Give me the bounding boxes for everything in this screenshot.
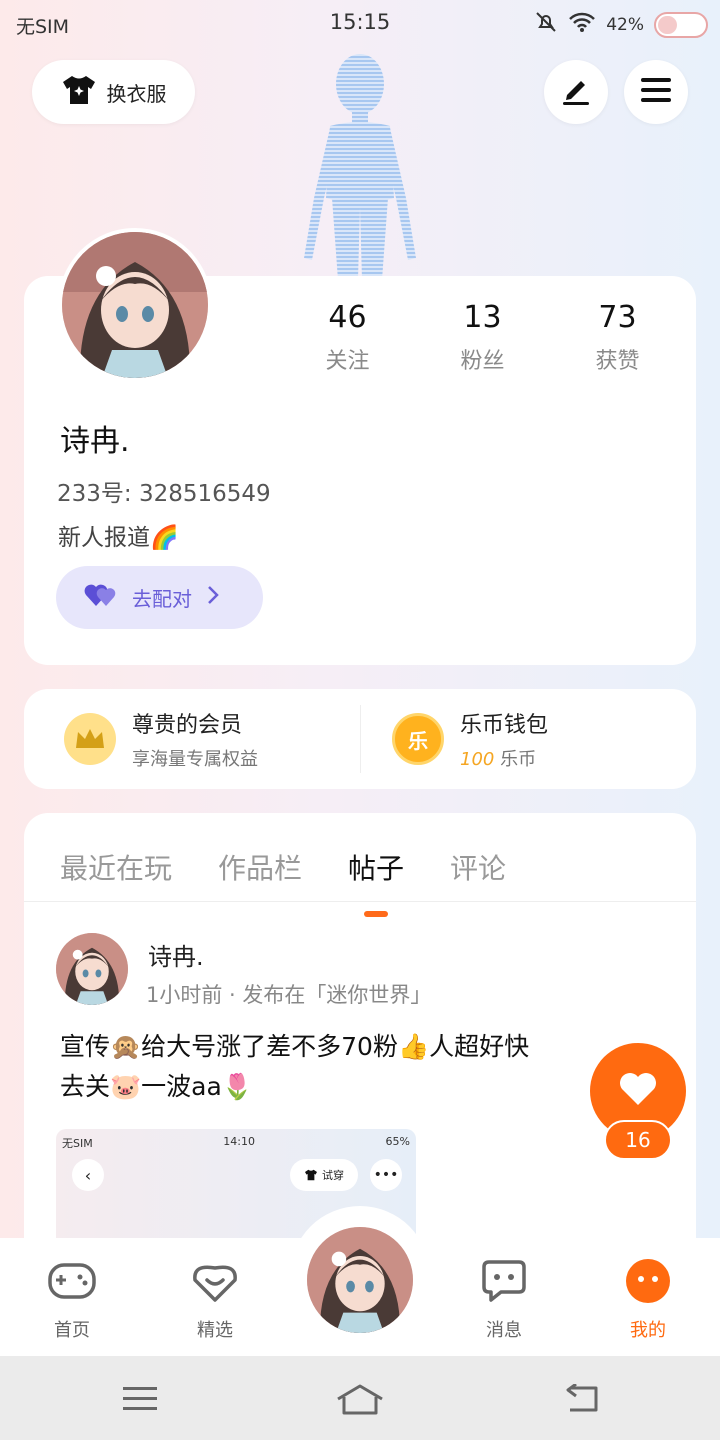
nav-center-avatar[interactable]: [304, 1224, 416, 1336]
post-text-line: 去关🐷一波aa🌷: [60, 1072, 253, 1101]
tab-active-indicator: [364, 911, 389, 917]
tab-works[interactable]: 作品栏: [218, 847, 302, 887]
post-author-avatar[interactable]: [56, 933, 128, 1005]
status-icons: 42%: [534, 10, 708, 39]
try-on-chip: 试穿: [290, 1159, 358, 1191]
nav-me-label: 我的: [630, 1320, 666, 1341]
change-outfit-label: 换衣服: [106, 81, 167, 106]
hamburger-icon: [639, 76, 673, 108]
stat-label: 粉丝: [460, 349, 505, 374]
posts-card: 最近在玩 作品栏 帖子 评论 诗冉. 1小时前 · 发布在「迷你世界」 宣传🙊给…: [24, 813, 696, 1273]
vip-subtitle: 享海量专属权益: [132, 749, 258, 770]
vip-wallet-card: 尊贵的会员 享海量专属权益 乐 乐币钱包 100 乐币: [24, 689, 696, 789]
coin-glyph: 乐: [408, 728, 428, 753]
double-heart-icon: [84, 582, 118, 613]
menu-button[interactable]: [624, 60, 688, 124]
nav-messages[interactable]: 消息: [454, 1258, 554, 1342]
profile-nickname: 诗冉.: [60, 424, 130, 459]
wifi-icon: [568, 11, 596, 38]
recent-apps-button[interactable]: [110, 1374, 170, 1424]
wallet-title: 乐币钱包: [460, 713, 549, 738]
post-author-name[interactable]: 诗冉.: [148, 937, 204, 972]
profile-bio: 新人报道🌈: [58, 525, 179, 551]
nav-featured-label: 精选: [197, 1320, 233, 1341]
system-nav-bar: [0, 1356, 720, 1440]
content-tabs: 最近在玩 作品栏 帖子 评论: [60, 847, 506, 917]
tab-comments[interactable]: 评论: [450, 847, 506, 887]
message-icon: [454, 1258, 554, 1304]
divider: [360, 705, 361, 773]
pair-label: 去配对: [132, 587, 192, 611]
nav-featured[interactable]: 精选: [165, 1258, 265, 1342]
back-button[interactable]: [550, 1374, 610, 1424]
wallet-balance: 100 乐币: [460, 745, 548, 771]
nav-home-label: 首页: [54, 1320, 90, 1341]
tab-recent-played[interactable]: 最近在玩: [60, 847, 172, 887]
avatar-hologram-figure: [290, 48, 430, 280]
bell-muted-icon: [534, 10, 558, 39]
followers-stat[interactable]: 13 粉丝: [415, 300, 550, 375]
gamepad-icon: [22, 1258, 122, 1304]
pen-icon: [559, 73, 593, 111]
profile-stats: 46 关注 13 粉丝 73 获赞: [280, 300, 685, 375]
chevron-right-icon: [206, 585, 220, 610]
wallet-amount: 100: [460, 749, 495, 770]
profile-uid[interactable]: 233号: 328516549: [57, 474, 271, 508]
likes-stat[interactable]: 73 获赞: [550, 300, 685, 375]
battery-text: 42%: [606, 14, 644, 35]
like-count-badge: 16: [604, 1120, 672, 1160]
heart-chat-icon: [165, 1258, 265, 1304]
post-image-statusbar: 无SIM 14:10 65%: [62, 1135, 410, 1150]
nav-me[interactable]: 我的: [598, 1258, 698, 1342]
chevron-left-icon: ‹: [72, 1159, 104, 1191]
change-outfit-button[interactable]: 换衣服: [32, 60, 195, 124]
pair-button[interactable]: 去配对: [56, 566, 263, 629]
following-stat[interactable]: 46 关注: [280, 300, 415, 375]
vip-entry[interactable]: 尊贵的会员 享海量专属权益: [64, 689, 258, 789]
vip-title: 尊贵的会员: [132, 713, 243, 738]
post-meta: 1小时前 · 发布在「迷你世界」: [146, 983, 432, 1007]
battery-icon: [654, 11, 708, 38]
tab-posts[interactable]: 帖子: [348, 847, 404, 917]
coin-icon: 乐: [392, 713, 444, 765]
post-text-line: 宣传🙊给大号涨了差不多70粉👍人超好快: [60, 1032, 530, 1061]
tshirt-icon: [61, 74, 97, 111]
me-icon: [598, 1258, 698, 1304]
wallet-unit: 乐币: [500, 749, 537, 770]
stat-value: 13: [463, 300, 502, 335]
wallet-entry[interactable]: 乐 乐币钱包 100 乐币: [392, 689, 548, 789]
profile-avatar[interactable]: [58, 228, 212, 382]
divider: [24, 901, 696, 902]
stat-label: 获赞: [595, 349, 640, 374]
heart-icon: [618, 1071, 658, 1111]
home-button[interactable]: [330, 1374, 390, 1424]
stat-label: 关注: [325, 349, 370, 374]
post-text[interactable]: 宣传🙊给大号涨了差不多70粉👍人超好快 去关🐷一波aa🌷: [60, 1027, 660, 1107]
stat-value: 46: [328, 300, 367, 335]
nav-messages-label: 消息: [486, 1320, 522, 1341]
nav-home[interactable]: 首页: [22, 1258, 122, 1342]
stat-value: 73: [598, 300, 637, 335]
edit-profile-button[interactable]: [544, 60, 608, 124]
crown-icon: [64, 713, 116, 765]
status-bar: 无SIM 15:15 42%: [0, 0, 720, 46]
more-icon: •••: [370, 1159, 402, 1191]
